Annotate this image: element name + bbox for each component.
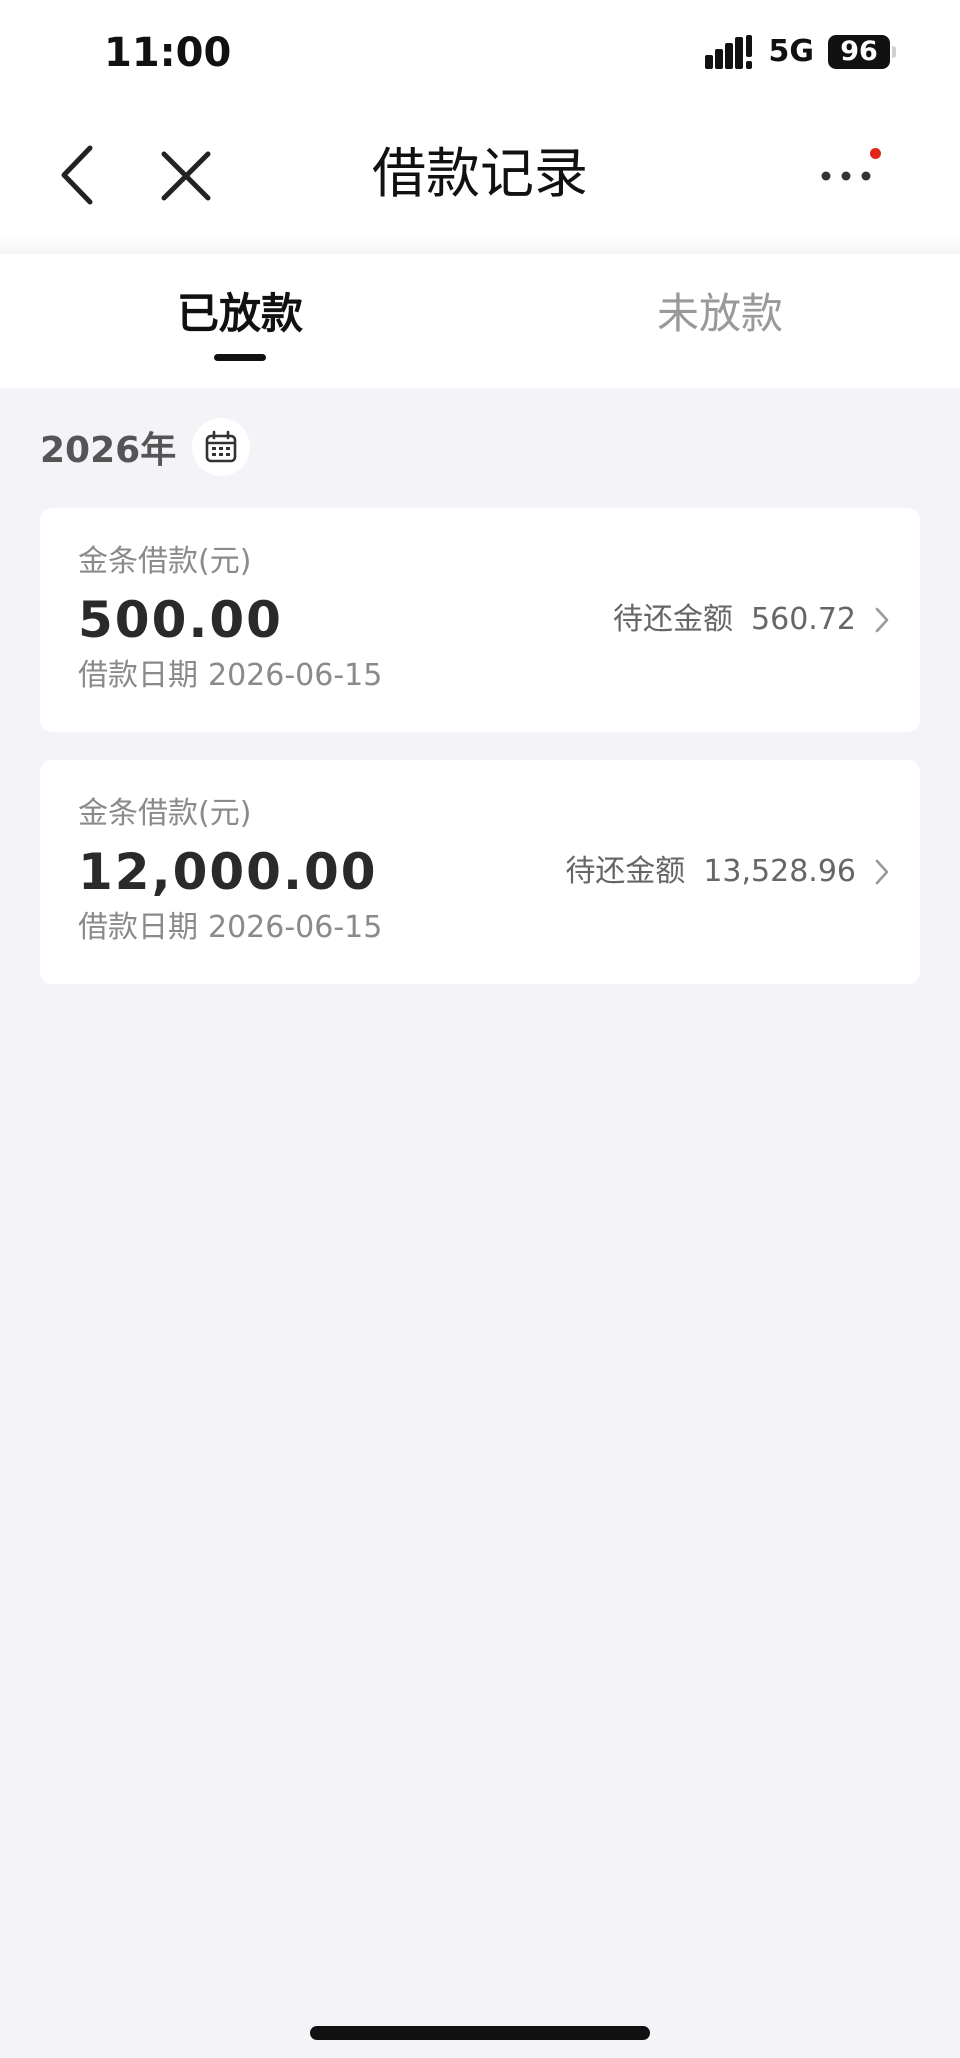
active-tab-indicator: [214, 354, 266, 361]
tab-not-disbursed[interactable]: 未放款: [570, 284, 870, 344]
status-time: 11:00: [104, 30, 232, 76]
signal-icon: [704, 35, 752, 69]
network-label: 5G: [768, 34, 815, 69]
loan-date: 借款日期 2026-06-15: [78, 656, 382, 696]
battery: 96: [828, 35, 896, 69]
loan-card[interactable]: 金条借款(元) 500.00 借款日期 2026-06-15 待还金额 560.7…: [40, 508, 920, 732]
repay-label: 待还金额: [565, 854, 686, 889]
repay-label: 待还金额: [613, 602, 734, 637]
nav-divider: [0, 236, 960, 254]
chevron-right-icon: [875, 859, 889, 885]
calendar-button[interactable]: [192, 418, 251, 476]
calendar-icon: [205, 430, 237, 463]
loan-date-value: 2026-06-15: [208, 658, 383, 693]
page-title: 借款记录: [372, 142, 588, 205]
loan-date: 借款日期 2026-06-15: [78, 908, 382, 948]
chevron-right-icon: [875, 607, 889, 633]
status-indicators: 5G 96: [704, 34, 896, 70]
repay-amount-row[interactable]: 待还金额 560.72: [613, 600, 890, 640]
loan-date-value: 2026-06-15: [208, 910, 383, 945]
loan-card[interactable]: 金条借款(元) 12,000.00 借款日期 2026-06-15 待还金额 13…: [40, 760, 920, 984]
loan-amount: 12,000.00: [78, 843, 378, 901]
nav-bar: 借款记录: [0, 104, 960, 244]
loan-date-label: 借款日期: [78, 658, 198, 693]
home-indicator[interactable]: [310, 2026, 650, 2040]
loan-date-label: 借款日期: [78, 910, 198, 945]
tab-bar: 已放款 未放款: [0, 254, 960, 388]
battery-tip: [892, 46, 896, 58]
more-icon[interactable]: [820, 166, 872, 186]
loan-type: 金条借款(元): [78, 796, 252, 831]
year-label: 2026年: [40, 430, 177, 471]
status-bar: 11:00 5G 96: [0, 0, 960, 104]
repay-value: 560.72: [751, 602, 856, 637]
notification-dot: [870, 148, 881, 159]
repay-value: 13,528.96: [703, 854, 856, 889]
repay-amount-row[interactable]: 待还金额 13,528.96: [565, 852, 890, 892]
year-filter[interactable]: 2026年: [40, 416, 251, 478]
loan-amount: 500.00: [78, 591, 283, 649]
loan-type: 金条借款(元): [78, 544, 252, 579]
battery-icon: 96: [828, 35, 890, 69]
tab-disbursed[interactable]: 已放款: [90, 284, 390, 344]
